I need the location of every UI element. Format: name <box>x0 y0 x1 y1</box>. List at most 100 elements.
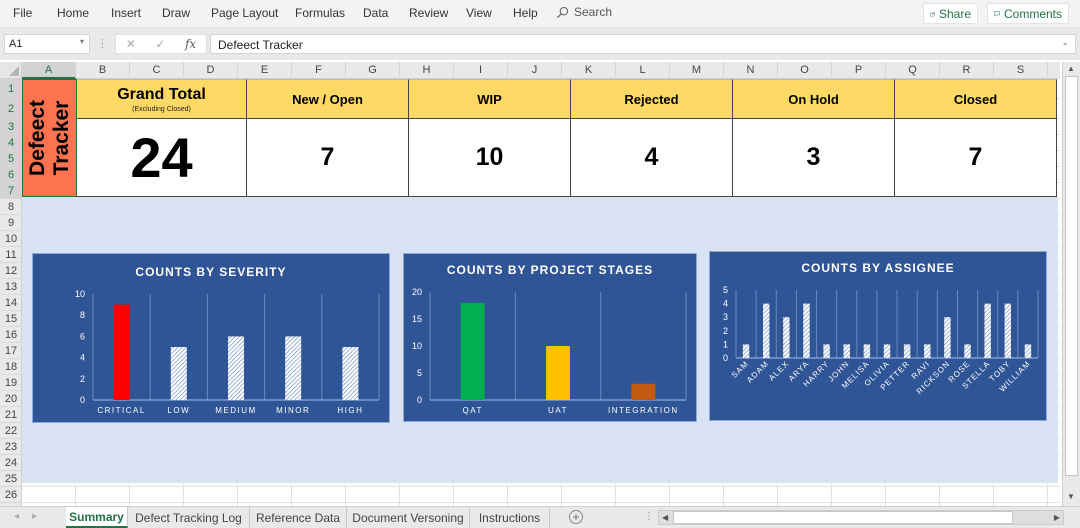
menu-data[interactable]: Data <box>363 6 388 20</box>
menu-insert[interactable]: Insert <box>111 6 141 20</box>
column-header-f[interactable]: F <box>292 62 346 79</box>
row-header-13[interactable]: 13 <box>0 279 22 295</box>
kpi-value-closed[interactable]: 7 <box>895 119 1057 197</box>
kpi-value-wip[interactable]: 10 <box>409 119 571 197</box>
row-header-3[interactable]: 3 <box>0 119 22 135</box>
column-header-n[interactable]: N <box>724 62 778 79</box>
select-all-corner[interactable] <box>0 62 22 79</box>
search-box[interactable]: Search <box>556 5 612 19</box>
column-header-m[interactable]: M <box>670 62 724 79</box>
bar-sam[interactable] <box>742 344 750 358</box>
column-header-d[interactable]: D <box>184 62 238 79</box>
bar-low[interactable] <box>170 347 187 400</box>
kpi-value-new-open[interactable]: 7 <box>247 119 409 197</box>
kpi-value-grand-total[interactable]: 24 <box>77 119 247 197</box>
chevron-down-icon[interactable]: ▾ <box>80 37 84 46</box>
row-header-14[interactable]: 14 <box>0 295 22 311</box>
kpi-header-rejected[interactable]: Rejected <box>571 79 733 119</box>
kpi-header-wip[interactable]: WIP <box>409 79 571 119</box>
row-header-2[interactable]: 2 <box>0 99 22 119</box>
bar-olivia[interactable] <box>883 344 891 358</box>
bar-qat[interactable] <box>460 302 485 400</box>
row-header-19[interactable]: 19 <box>0 375 22 391</box>
worksheet-grid[interactable]: ABCDEFGHIJKLMNOPQRS 1 2 3 4 5 6 7 8 9 10 11 12 13 14 1… <box>0 62 1060 506</box>
row-header-8[interactable]: 8 <box>0 199 22 215</box>
bar-adam[interactable] <box>762 303 770 358</box>
horizontal-scrollbar[interactable]: ◀ ▶ <box>658 510 1064 525</box>
menu-review[interactable]: Review <box>409 6 448 20</box>
bar-high[interactable] <box>342 347 359 400</box>
menu-home[interactable]: Home <box>57 6 89 20</box>
column-header-i[interactable]: I <box>454 62 508 79</box>
kpi-value-rejected[interactable]: 4 <box>571 119 733 197</box>
bar-minor[interactable] <box>285 336 302 400</box>
column-header-o[interactable]: O <box>778 62 832 79</box>
menu-file[interactable]: File <box>13 6 32 20</box>
chart-assignee[interactable]: COUNTS BY ASSIGNEE 0 1 2 3 4 5 SAM ADAM ALEX ARYA… <box>709 251 1047 421</box>
bar-rose[interactable] <box>964 344 971 358</box>
row-header-15[interactable]: 15 <box>0 311 22 327</box>
vertical-scroll-thumb[interactable] <box>1065 76 1078 476</box>
bar-critical[interactable] <box>113 304 130 400</box>
tab-scroll-left-icon[interactable]: ◂ <box>14 511 19 522</box>
kpi-header-closed[interactable]: Closed <box>895 79 1057 119</box>
name-box[interactable]: A1 ▾ <box>4 34 90 54</box>
bar-john[interactable] <box>843 344 850 358</box>
chart-project-stages[interactable]: COUNTS BY PROJECT STAGES 0 5 10 15 20 QAT UAT I… <box>403 253 697 422</box>
bar-harry[interactable] <box>823 344 830 358</box>
column-header-h[interactable]: H <box>400 62 454 79</box>
tab-reference-data[interactable]: Reference Data <box>250 507 347 528</box>
menu-draw[interactable]: Draw <box>162 6 190 20</box>
column-header-l[interactable]: L <box>616 62 670 79</box>
bar-william[interactable] <box>1024 344 1032 358</box>
row-header-20[interactable]: 20 <box>0 391 22 407</box>
bar-petter[interactable] <box>903 344 911 358</box>
cells-area[interactable]: Defeect Tracker Grand Total (Excluding C… <box>22 79 1060 506</box>
comments-button[interactable]: Comments <box>987 3 1069 24</box>
row-header-5[interactable]: 5 <box>0 151 22 167</box>
tab-document-versoning[interactable]: Document Versoning <box>347 507 470 528</box>
column-header-p[interactable]: P <box>832 62 886 79</box>
bar-arya[interactable] <box>803 303 810 358</box>
row-header-25[interactable]: 25 <box>0 471 22 487</box>
row-header-4[interactable]: 4 <box>0 135 22 151</box>
column-header-r[interactable]: R <box>940 62 994 79</box>
row-header-26[interactable]: 26 <box>0 487 22 503</box>
tab-summary[interactable]: Summary <box>66 507 128 528</box>
menu-page-layout[interactable]: Page Layout <box>211 6 278 20</box>
formula-input[interactable]: Defeect Tracker ⌄ <box>210 34 1076 54</box>
share-button[interactable]: Share <box>923 3 978 24</box>
kpi-value-on-hold[interactable]: 3 <box>733 119 895 197</box>
dashboard-title-cell[interactable]: Defeect Tracker <box>22 79 77 197</box>
column-header-b[interactable]: B <box>76 62 130 79</box>
bar-medium[interactable] <box>227 336 245 400</box>
chart-severity[interactable]: COUNTS BY SEVERITY 0 2 4 6 8 10 CRITICAL LOW MED… <box>32 253 390 423</box>
vertical-scrollbar[interactable]: ▲ ▼ <box>1062 62 1080 506</box>
scroll-down-icon[interactable]: ▼ <box>1067 492 1075 501</box>
bar-toby[interactable] <box>1004 303 1012 358</box>
row-header-10[interactable]: 10 <box>0 231 22 247</box>
insert-function-icon[interactable]: fx <box>185 37 196 51</box>
bar-rickson[interactable] <box>944 317 951 358</box>
scroll-left-icon[interactable]: ◀ <box>662 511 668 524</box>
bar-stella[interactable] <box>984 303 991 358</box>
drag-handle-icon[interactable]: ⋮ <box>97 37 108 50</box>
column-header-s[interactable]: S <box>994 62 1048 79</box>
splitter-handle-icon[interactable]: ⋮ <box>644 511 654 522</box>
bar-uat[interactable] <box>546 346 570 400</box>
bar-integration[interactable] <box>631 383 656 400</box>
row-header-7[interactable]: 7 <box>0 183 22 199</box>
row-header-9[interactable]: 9 <box>0 215 22 231</box>
tab-defect-tracking-log[interactable]: Defect Tracking Log <box>128 507 250 528</box>
column-header-a[interactable]: A <box>22 62 76 79</box>
bar-alex[interactable] <box>783 317 790 358</box>
row-header-17[interactable]: 17 <box>0 343 22 359</box>
column-header-j[interactable]: J <box>508 62 562 79</box>
menu-view[interactable]: View <box>466 6 492 20</box>
menu-formulas[interactable]: Formulas <box>295 6 345 20</box>
row-header-23[interactable]: 23 <box>0 439 22 455</box>
kpi-header-new-open[interactable]: New / Open <box>247 79 409 119</box>
row-header-12[interactable]: 12 <box>0 263 22 279</box>
kpi-header-on-hold[interactable]: On Hold <box>733 79 895 119</box>
tab-instructions[interactable]: Instructions <box>470 507 550 528</box>
